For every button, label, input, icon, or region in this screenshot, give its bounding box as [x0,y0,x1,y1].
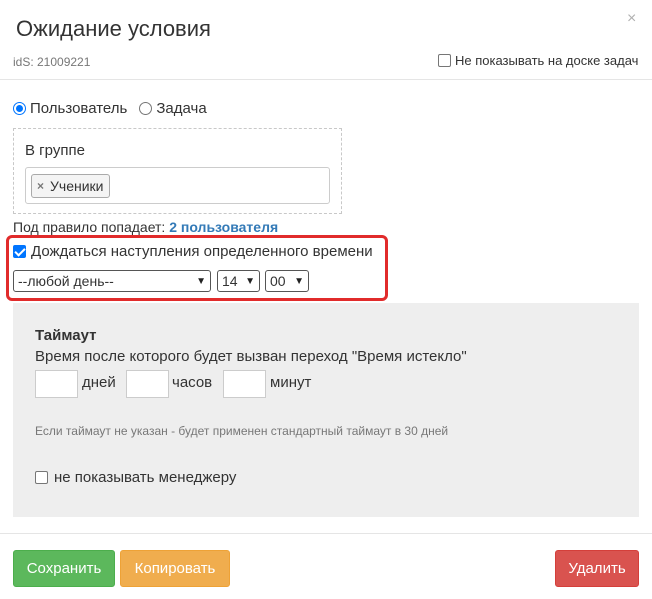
wait-time-option[interactable]: Дождаться наступления определенного врем… [13,243,373,260]
copy-button[interactable]: Копировать [120,550,230,587]
day-select-value: --любой день-- [18,273,114,289]
hide-manager-option[interactable]: не показывать менеджеру [35,469,236,486]
minute-select-value: 00 [270,273,286,289]
hide-manager-label: не показывать менеджеру [54,469,237,486]
minute-select[interactable]: 00 ▼ [265,270,309,292]
timeout-description: Время после которого будет вызван перехо… [35,348,467,365]
hide-manager-checkbox[interactable] [35,471,48,484]
group-tag-label: Ученики [50,178,104,194]
radio-task-label: Задача [156,100,207,117]
timeout-minutes-input[interactable] [223,370,266,398]
header-divider [0,79,652,80]
hour-select[interactable]: 14 ▼ [217,270,260,292]
hide-on-board-label: Не показывать на доске задач [455,53,639,68]
rule-prefix: Под правило попадает: [13,219,166,235]
record-id: idS: 21009221 [13,55,91,69]
rule-summary: Под правило попадает: 2 пользователя [13,219,278,235]
timeout-hours-label: часов [172,374,213,391]
group-tag: × Ученики [31,174,110,198]
hide-on-board-option[interactable]: Не показывать на доске задач [438,53,638,68]
timeout-heading: Таймаут [35,327,97,344]
chevron-down-icon: ▼ [245,275,255,287]
save-button[interactable]: Сохранить [13,550,115,587]
group-label: В группе [25,142,85,159]
radio-user-label: Пользователь [30,100,128,117]
delete-button[interactable]: Удалить [555,550,639,587]
rule-users-link[interactable]: 2 пользователя [169,219,278,235]
wait-time-checkbox[interactable] [13,245,26,258]
timeout-hours-input[interactable] [126,370,169,398]
chevron-down-icon: ▼ [294,275,304,287]
timeout-note: Если таймаут не указан - будет применен … [35,424,449,438]
day-select[interactable]: --любой день-- ▼ [13,270,211,292]
timeout-minutes-label: минут [270,374,312,391]
dialog-title: Ожидание условия [16,16,211,41]
hide-on-board-checkbox[interactable] [438,54,451,67]
tag-remove-icon[interactable]: × [37,179,44,193]
wait-time-label: Дождаться наступления определенного врем… [31,243,373,260]
footer-divider [0,533,652,534]
timeout-days-input[interactable] [35,370,78,398]
chevron-down-icon: ▼ [196,275,206,287]
radio-task[interactable] [139,102,153,115]
hour-select-value: 14 [222,273,238,289]
close-icon[interactable]: × [627,10,636,28]
target-radio-group: Пользователь Задача [13,100,207,117]
radio-user[interactable] [13,102,26,115]
timeout-days-label: дней [82,374,116,391]
